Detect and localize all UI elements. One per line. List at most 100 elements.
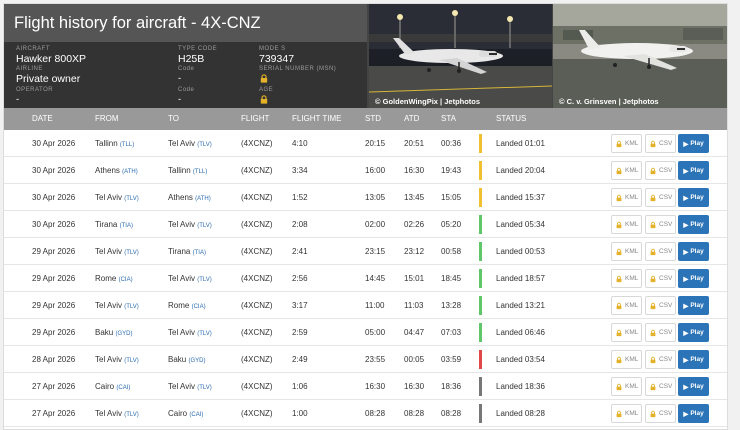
to-code[interactable]: (TLV) bbox=[197, 142, 212, 148]
flight-from[interactable]: Tallinn (TLL) bbox=[95, 139, 134, 148]
kml-button[interactable]: KML bbox=[611, 188, 642, 207]
to-code[interactable]: (TIA) bbox=[193, 250, 206, 256]
csv-button[interactable]: CSV bbox=[645, 323, 676, 342]
csv-button[interactable]: CSV bbox=[645, 215, 676, 234]
flight-to[interactable]: Baku (GYD) bbox=[168, 355, 205, 364]
kml-button[interactable]: KML bbox=[611, 350, 642, 369]
play-button[interactable]: ▶ Play bbox=[678, 269, 709, 288]
table-row[interactable]: 30 Apr 2026 Tallinn (TLL) Tel Aviv (TLV) (4… bbox=[4, 130, 727, 157]
csv-button[interactable]: CSV bbox=[645, 188, 676, 207]
kml-button[interactable]: KML bbox=[611, 242, 642, 261]
csv-button[interactable]: CSV bbox=[645, 161, 676, 180]
kml-button[interactable]: KML bbox=[611, 161, 642, 180]
flight-from[interactable]: Baku (GYD) bbox=[95, 328, 132, 337]
flight-from[interactable]: Athens (ATH) bbox=[95, 166, 138, 175]
play-button[interactable]: ▶ Play bbox=[678, 215, 709, 234]
flight-from[interactable]: Cairo (CAI) bbox=[95, 382, 130, 391]
kml-button[interactable]: KML bbox=[611, 404, 642, 423]
kml-button[interactable]: KML bbox=[611, 377, 642, 396]
from-code[interactable]: (TIA) bbox=[120, 223, 133, 229]
play-button[interactable]: ▶ Play bbox=[678, 188, 709, 207]
column-atd[interactable]: ATD bbox=[404, 114, 419, 123]
aircraft-photo-2[interactable]: © C. v. Grinsven | Jetphotos bbox=[553, 4, 727, 108]
kml-button[interactable]: KML bbox=[611, 323, 642, 342]
from-code[interactable]: (ATH) bbox=[122, 169, 138, 175]
to-code[interactable]: (ATH) bbox=[195, 196, 211, 202]
column-sta[interactable]: STA bbox=[441, 114, 456, 123]
flight-to[interactable]: Tel Aviv (TLV) bbox=[168, 382, 212, 391]
table-row[interactable]: 27 Apr 2026 Cairo (CAI) Tel Aviv (TLV) (4XC… bbox=[4, 373, 727, 400]
from-code[interactable]: (TLV) bbox=[124, 304, 139, 310]
csv-button[interactable]: CSV bbox=[645, 350, 676, 369]
from-code[interactable]: (CAI) bbox=[116, 385, 130, 391]
column-flight[interactable]: FLIGHT bbox=[241, 114, 269, 123]
flight-from[interactable]: Tel Aviv (TLV) bbox=[95, 409, 139, 418]
play-button[interactable]: ▶ Play bbox=[678, 242, 709, 261]
table-row[interactable]: 30 Apr 2026 Tel Aviv (TLV) Athens (ATH) (4X… bbox=[4, 184, 727, 211]
from-code[interactable]: (TLV) bbox=[124, 196, 139, 202]
column-flight-time[interactable]: FLIGHT TIME bbox=[292, 114, 342, 123]
flight-to[interactable]: Tel Aviv (TLV) bbox=[168, 220, 212, 229]
csv-button[interactable]: CSV bbox=[645, 269, 676, 288]
flight-to[interactable]: Tallinn (TLL) bbox=[168, 166, 207, 175]
flight-to[interactable]: Rome (CIA) bbox=[168, 301, 206, 310]
to-code[interactable]: (TLV) bbox=[197, 385, 212, 391]
kml-button[interactable]: KML bbox=[611, 134, 642, 153]
flight-from[interactable]: Tel Aviv (TLV) bbox=[95, 247, 139, 256]
flight-from[interactable]: Tirana (TIA) bbox=[95, 220, 133, 229]
from-code[interactable]: (TLV) bbox=[124, 250, 139, 256]
play-button[interactable]: ▶ Play bbox=[678, 134, 709, 153]
csv-button[interactable]: CSV bbox=[645, 242, 676, 261]
to-code[interactable]: (GYD) bbox=[188, 358, 205, 364]
to-code[interactable]: (CIA) bbox=[192, 304, 206, 310]
column-date[interactable]: DATE bbox=[32, 114, 53, 123]
flight-to[interactable]: Tel Aviv (TLV) bbox=[168, 139, 212, 148]
flight-to[interactable]: Athens (ATH) bbox=[168, 193, 211, 202]
csv-button[interactable]: CSV bbox=[645, 134, 676, 153]
table-row[interactable]: 27 Apr 2026 Tel Aviv (TLV) Cairo (CAI) (4XC… bbox=[4, 400, 727, 427]
from-code[interactable]: (TLV) bbox=[124, 358, 139, 364]
table-row[interactable]: 28 Apr 2026 Tel Aviv (TLV) Baku (GYD) (4XCN… bbox=[4, 346, 727, 373]
lock-icon[interactable] bbox=[260, 95, 268, 104]
column-std[interactable]: STD bbox=[365, 114, 381, 123]
kml-button[interactable]: KML bbox=[611, 269, 642, 288]
to-code[interactable]: (TLV) bbox=[197, 223, 212, 229]
table-row[interactable]: 29 Apr 2026 Tel Aviv (TLV) Tirana (TIA) (4X… bbox=[4, 238, 727, 265]
play-button[interactable]: ▶ Play bbox=[678, 377, 709, 396]
flight-from[interactable]: Rome (CIA) bbox=[95, 274, 133, 283]
table-row[interactable]: 30 Apr 2026 Tirana (TIA) Tel Aviv (TLV) (4X… bbox=[4, 211, 727, 238]
csv-button[interactable]: CSV bbox=[645, 404, 676, 423]
flight-to[interactable]: Tel Aviv (TLV) bbox=[168, 328, 212, 337]
flight-to[interactable]: Tirana (TIA) bbox=[168, 247, 206, 256]
column-status[interactable]: STATUS bbox=[496, 114, 526, 123]
table-row[interactable]: 29 Apr 2026 Tel Aviv (TLV) Rome (CIA) (4XCN… bbox=[4, 292, 727, 319]
flight-from[interactable]: Tel Aviv (TLV) bbox=[95, 193, 139, 202]
flight-to[interactable]: Tel Aviv (TLV) bbox=[168, 274, 212, 283]
csv-button[interactable]: CSV bbox=[645, 377, 676, 396]
column-to[interactable]: TO bbox=[168, 114, 179, 123]
play-button[interactable]: ▶ Play bbox=[678, 350, 709, 369]
kml-button[interactable]: KML bbox=[611, 215, 642, 234]
table-row[interactable]: 29 Apr 2026 Rome (CIA) Tel Aviv (TLV) (4XCN… bbox=[4, 265, 727, 292]
from-code[interactable]: (TLV) bbox=[124, 412, 139, 418]
from-code[interactable]: (GYD) bbox=[115, 331, 132, 337]
column-from[interactable]: FROM bbox=[95, 114, 119, 123]
flight-from[interactable]: Tel Aviv (TLV) bbox=[95, 355, 139, 364]
to-code[interactable]: (TLL) bbox=[193, 169, 207, 175]
table-row[interactable]: 29 Apr 2026 Baku (GYD) Tel Aviv (TLV) (4XCN… bbox=[4, 319, 727, 346]
flight-to[interactable]: Cairo (CAI) bbox=[168, 409, 203, 418]
kml-button[interactable]: KML bbox=[611, 296, 642, 315]
play-button[interactable]: ▶ Play bbox=[678, 323, 709, 342]
play-button[interactable]: ▶ Play bbox=[678, 296, 709, 315]
to-code[interactable]: (TLV) bbox=[197, 331, 212, 337]
to-code[interactable]: (TLV) bbox=[197, 277, 212, 283]
lock-icon[interactable] bbox=[260, 74, 268, 83]
flight-from[interactable]: Tel Aviv (TLV) bbox=[95, 301, 139, 310]
play-button[interactable]: ▶ Play bbox=[678, 161, 709, 180]
play-button[interactable]: ▶ Play bbox=[678, 404, 709, 423]
from-code[interactable]: (CIA) bbox=[119, 277, 133, 283]
aircraft-photo-1[interactable]: © GoldenWingPix | Jetphotos bbox=[369, 4, 552, 108]
to-code[interactable]: (CAI) bbox=[189, 412, 203, 418]
from-code[interactable]: (TLL) bbox=[120, 142, 134, 148]
csv-button[interactable]: CSV bbox=[645, 296, 676, 315]
